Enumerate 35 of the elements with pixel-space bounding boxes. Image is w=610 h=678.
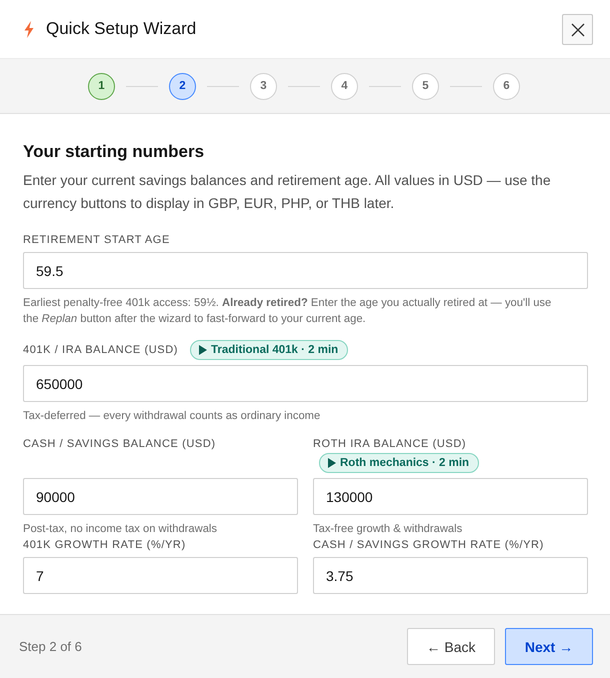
text-input[interactable]: 59.5 — [23, 252, 588, 289]
field-label: ROTH IRA BALANCE (USD) — [313, 437, 466, 452]
text-input[interactable]: 7 — [23, 557, 298, 594]
play-icon — [199, 345, 208, 355]
back-button[interactable]: ← Back — [407, 628, 495, 665]
step-indicator: 2 — [169, 72, 196, 100]
text-input[interactable]: 3.75 — [313, 557, 588, 594]
step-indicator: 5 — [412, 72, 439, 100]
step-indicator: 1 — [88, 72, 115, 100]
intro-text: Enter your current savings balances and retirement age. All values in USD — use the currency buttons to display in GBP, EUR, PHP, or THB later. — [23, 171, 552, 213]
dialog-title: Quick Setup Wizard — [46, 19, 196, 39]
text-input[interactable]: 90000 — [23, 478, 298, 515]
step-indicator: 6 — [493, 72, 520, 100]
field-label: CASH / SAVINGS BALANCE (USD) — [23, 437, 216, 452]
step-indicator: 4 — [331, 72, 358, 100]
help-text: Tax-deferred — every withdrawal counts as ordinary income — [23, 409, 322, 424]
video-link[interactable]: Traditional 401k · 2 min — [190, 340, 348, 360]
help-text: Earliest penalty-free 401k access: 59½. Already retired? Enter the age you actually retired at — you'll use the Replan button after the wizard to fast-forward to your current age. — [23, 296, 552, 327]
step-counter: Step 2 of 6 — [19, 639, 82, 654]
field-label: 401K / IRA BALANCE (USD) — [23, 343, 178, 358]
lightning-bolt-icon — [24, 20, 34, 38]
help-text: Tax-free growth & withdrawals — [313, 522, 464, 537]
field-label: CASH / SAVINGS GROWTH RATE (%/YR) — [313, 538, 544, 553]
next-button[interactable]: Next → — [505, 628, 593, 665]
text-input[interactable]: 130000 — [313, 478, 588, 515]
step-indicator: 3 — [250, 72, 277, 100]
close-button[interactable] — [562, 14, 593, 45]
help-text: Post-tax, no income tax on withdrawals — [23, 522, 218, 537]
field-label: 401K GROWTH RATE (%/YR) — [23, 538, 186, 553]
play-icon — [328, 458, 336, 468]
video-link[interactable]: Roth mechanics · 2 min — [319, 453, 480, 473]
field-label: RETIREMENT START AGE — [23, 233, 170, 248]
text-input[interactable]: 650000 — [23, 365, 588, 402]
close-icon — [570, 22, 584, 36]
section-heading: Your starting numbers — [23, 141, 206, 163]
